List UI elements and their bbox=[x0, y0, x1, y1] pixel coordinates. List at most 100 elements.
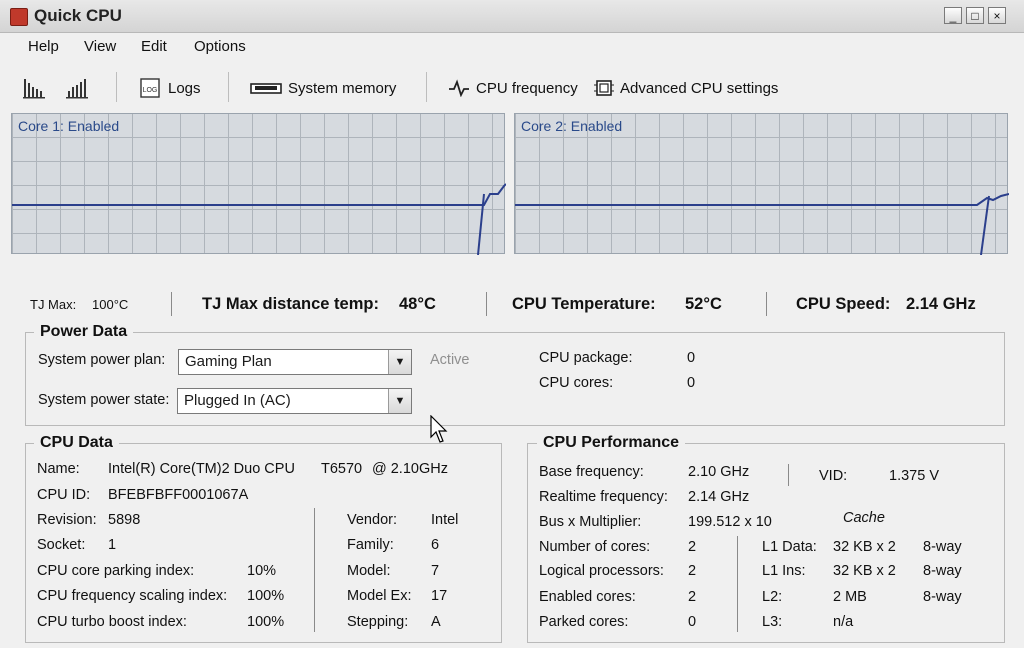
dropdown-arrow-icon[interactable]: ▼ bbox=[388, 389, 411, 413]
power-plan-label: System power plan: bbox=[38, 352, 166, 368]
cpu-chip-icon bbox=[594, 80, 614, 96]
l1-data-size: 32 KB x 2 bbox=[833, 539, 896, 555]
power-state-dropdown[interactable]: Plugged In (AC) ▼ bbox=[177, 388, 412, 414]
l2-size: 2 MB bbox=[833, 589, 867, 605]
bar-chart-icon bbox=[23, 79, 45, 99]
app-icon bbox=[10, 8, 28, 26]
stats-divider bbox=[171, 292, 172, 316]
power-plan-value: Gaming Plan bbox=[185, 353, 272, 370]
family-label: Family: bbox=[347, 537, 394, 553]
stats-divider bbox=[766, 292, 767, 316]
socket-value: 1 bbox=[108, 537, 117, 553]
logs-button[interactable]: LOG Logs bbox=[140, 76, 201, 100]
revision-label: Revision: bbox=[37, 512, 97, 528]
enabled-cores-value: 2 bbox=[688, 589, 697, 605]
cpu-package-label: CPU package: bbox=[539, 350, 633, 366]
stats-divider bbox=[486, 292, 487, 316]
parked-cores-label: Parked cores: bbox=[539, 614, 629, 630]
realtime-frequency-value: 2.14 GHz bbox=[688, 489, 750, 505]
core1-graph: Core 1: Enabled bbox=[11, 113, 506, 255]
maximize-button[interactable]: □ bbox=[966, 7, 984, 24]
cpu-package-value: 0 bbox=[687, 350, 696, 366]
family-value: 6 bbox=[431, 537, 440, 553]
cpu-id-value: BFEBFBFF0001067A bbox=[108, 487, 249, 503]
power-plan-dropdown[interactable]: Gaming Plan ▼ bbox=[178, 349, 412, 375]
vid-value: 1.375 V bbox=[889, 468, 939, 484]
bar-chart-button[interactable] bbox=[22, 76, 48, 100]
cpu-name-speed: @ 2.10GHz bbox=[372, 461, 448, 477]
socket-label: Socket: bbox=[37, 537, 86, 553]
core2-usage-line bbox=[515, 193, 1009, 255]
l3-label: L3: bbox=[762, 614, 783, 630]
tj-distance-label: TJ Max distance temp: bbox=[202, 295, 379, 313]
bus-multiplier-value: 199.512 x 10 bbox=[688, 514, 772, 530]
logs-label: Logs bbox=[168, 79, 201, 97]
revision-value: 5898 bbox=[108, 512, 141, 528]
close-button[interactable]: × bbox=[988, 7, 1006, 24]
cache-title: Cache bbox=[843, 510, 885, 526]
core-parking-value: 10% bbox=[247, 563, 277, 579]
cpu-frequency-button[interactable]: CPU frequency bbox=[448, 76, 578, 100]
system-memory-button[interactable]: System memory bbox=[250, 76, 396, 100]
cpu-speed-label: CPU Speed: bbox=[796, 295, 891, 313]
power-data-group bbox=[25, 332, 1005, 426]
vendor-label: Vendor: bbox=[347, 512, 397, 528]
l1-ins-label: L1 Ins: bbox=[762, 563, 806, 579]
advanced-cpu-settings-button[interactable]: Advanced CPU settings bbox=[594, 76, 778, 100]
bar-chart-ascending-button[interactable] bbox=[64, 76, 90, 100]
system-memory-label: System memory bbox=[288, 79, 397, 97]
l3-size: n/a bbox=[833, 614, 854, 630]
parked-cores-value: 0 bbox=[688, 614, 697, 630]
enabled-cores-label: Enabled cores: bbox=[539, 589, 636, 605]
bus-multiplier-label: Bus x Multiplier: bbox=[539, 514, 642, 530]
core2-graph: Core 2: Enabled bbox=[514, 113, 1009, 255]
cpu-cores-value: 0 bbox=[687, 375, 696, 391]
logs-icon: LOG bbox=[140, 78, 160, 98]
dropdown-arrow-icon[interactable]: ▼ bbox=[388, 350, 411, 374]
turbo-boost-label: CPU turbo boost index: bbox=[37, 614, 187, 630]
model-value: 7 bbox=[431, 563, 440, 579]
toolbar-divider bbox=[426, 72, 427, 102]
tj-distance-value: 48°C bbox=[399, 295, 436, 313]
tj-max-label: TJ Max: bbox=[30, 297, 77, 312]
model-ex-label: Model Ex: bbox=[347, 588, 412, 604]
tj-max-value: 100°C bbox=[92, 297, 129, 312]
cpu-data-title: CPU Data bbox=[34, 434, 119, 452]
memory-module-icon bbox=[250, 83, 282, 94]
toolbar-divider bbox=[228, 72, 229, 102]
cache-divider bbox=[737, 536, 738, 632]
realtime-frequency-label: Realtime frequency: bbox=[539, 489, 668, 505]
menu-edit[interactable]: Edit bbox=[141, 38, 167, 60]
frequency-scaling-label: CPU frequency scaling index: bbox=[37, 588, 228, 604]
cpu-performance-title: CPU Performance bbox=[537, 434, 686, 452]
base-frequency-label: Base frequency: bbox=[539, 464, 644, 480]
number-of-cores-value: 2 bbox=[688, 539, 697, 555]
menu-view[interactable]: View bbox=[84, 38, 116, 60]
cpu-id-label: CPU ID: bbox=[37, 487, 91, 503]
cpu-temperature-value: 52°C bbox=[685, 295, 722, 313]
power-data-title: Power Data bbox=[34, 323, 134, 341]
advanced-cpu-settings-label: Advanced CPU settings bbox=[620, 79, 779, 97]
stepping-value: A bbox=[431, 614, 441, 630]
core1-usage-line bbox=[12, 183, 506, 255]
logical-processors-value: 2 bbox=[688, 563, 697, 579]
l1-data-label: L1 Data: bbox=[762, 539, 817, 555]
l2-way: 8-way bbox=[923, 589, 962, 605]
cpu-cores-label: CPU cores: bbox=[539, 375, 614, 391]
cpu-name-value: Intel(R) Core(TM)2 Duo CPU bbox=[108, 461, 295, 477]
turbo-boost-value: 100% bbox=[247, 614, 285, 630]
cpu-speed-value: 2.14 GHz bbox=[906, 295, 976, 313]
vid-label: VID: bbox=[819, 468, 848, 484]
menu-options[interactable]: Options bbox=[194, 38, 246, 60]
cpu-name-label: Name: bbox=[37, 461, 80, 477]
minimize-button[interactable]: _ bbox=[944, 7, 962, 24]
vid-divider bbox=[788, 464, 789, 486]
menu-help[interactable]: Help bbox=[28, 38, 59, 60]
cpu-frequency-label: CPU frequency bbox=[476, 79, 578, 97]
l1-data-way: 8-way bbox=[923, 539, 962, 555]
model-ex-value: 17 bbox=[431, 588, 448, 604]
vendor-value: Intel bbox=[431, 512, 459, 528]
toolbar-divider bbox=[116, 72, 117, 102]
mouse-cursor-icon bbox=[430, 415, 448, 443]
model-label: Model: bbox=[347, 563, 391, 579]
